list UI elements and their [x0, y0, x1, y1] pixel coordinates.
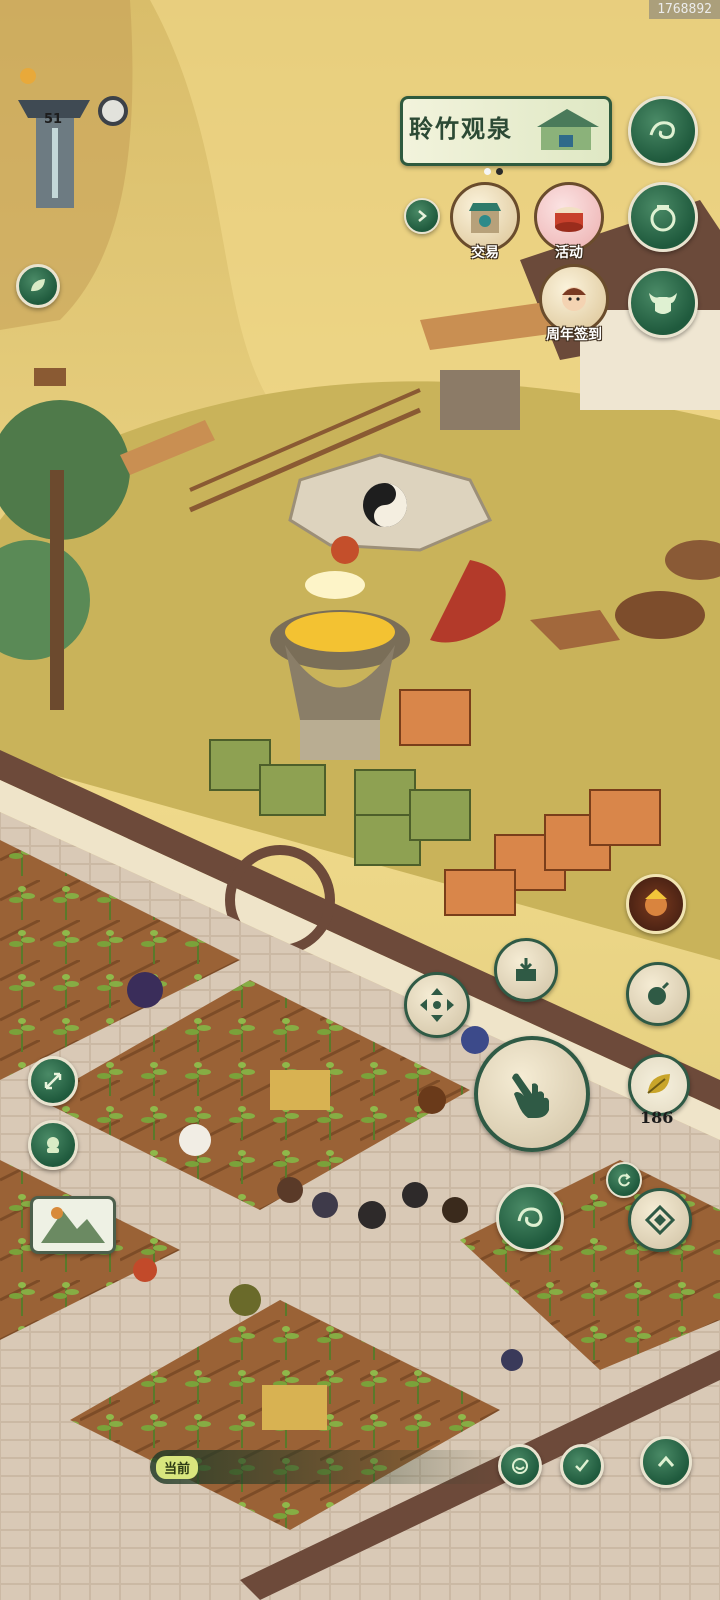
trade-button[interactable]: 交易: [448, 182, 522, 262]
bomb-icon: [648, 981, 670, 1005]
banner-title: 聆竹观泉: [409, 114, 513, 143]
swirl-cloud-icon: [517, 1207, 543, 1227]
swirl-menu-button[interactable]: [628, 96, 698, 166]
bomb-button[interactable]: [626, 962, 690, 1026]
uid-label: 1768892: [649, 0, 720, 19]
leaf-menu-button[interactable]: [16, 264, 60, 308]
pencil-check-icon: [575, 1459, 589, 1472]
character-portrait-button[interactable]: [626, 874, 686, 934]
storage-button[interactable]: [494, 938, 558, 1002]
current-tag: 当前: [156, 1456, 199, 1479]
swirl-action-button[interactable]: [496, 1184, 564, 1252]
smile-icon: [512, 1458, 528, 1474]
banner-page-dots: [484, 168, 503, 175]
chevron-right-icon: [418, 210, 427, 222]
box-arrow-icon: [516, 958, 536, 981]
anniversary-checkin-label: 周年签到: [546, 327, 602, 343]
emote-button[interactable]: [498, 1444, 542, 1488]
swirl-wave-icon: [649, 121, 675, 139]
landscape-card-button[interactable]: [30, 1196, 116, 1254]
ox-menu-button[interactable]: [628, 268, 698, 338]
move-dpad-button[interactable]: [404, 972, 470, 1038]
diamond-grid-icon: [644, 1204, 676, 1236]
chevron-up-icon: [657, 1455, 675, 1467]
collapse-arrows-button[interactable]: [28, 1056, 78, 1106]
bag-menu-button[interactable]: [628, 182, 698, 252]
leaf-currency-icon: [647, 1074, 670, 1094]
status-bar: 当前: [150, 1450, 510, 1484]
trade-label: 交易: [471, 245, 499, 261]
edit-button[interactable]: [560, 1444, 604, 1488]
companion-head-icon: [47, 1137, 59, 1153]
ox-mask-icon: [649, 293, 677, 314]
refresh-button[interactable]: [606, 1162, 642, 1198]
player-level[interactable]: 51: [34, 108, 72, 132]
refresh-icon: [618, 1173, 631, 1187]
hero-face-icon: [645, 889, 667, 916]
pavilion-thumbnail-icon: [537, 109, 599, 150]
collapse-up-button[interactable]: [640, 1436, 692, 1488]
companion-button[interactable]: [28, 1120, 78, 1170]
anniversary-checkin-button[interactable]: 周年签到: [532, 264, 616, 344]
event-button[interactable]: 活动: [532, 182, 606, 262]
mountain-landscape-icon: [41, 1207, 105, 1243]
page-dot-active: [496, 168, 503, 175]
craft-button[interactable]: [628, 1188, 692, 1252]
leaf-currency-button[interactable]: [628, 1054, 690, 1116]
sun-icon: [20, 68, 36, 84]
pointing-hand-icon: [512, 1073, 549, 1118]
interact-hand-button[interactable]: [474, 1036, 590, 1152]
zone-banner[interactable]: 聆竹观泉: [400, 96, 612, 166]
event-label: 活动: [555, 245, 583, 261]
leaf-icon: [31, 279, 45, 292]
ring-icon[interactable]: [98, 96, 128, 126]
scene-art: [0, 0, 720, 1600]
page-dot: [484, 168, 491, 175]
four-way-arrows-icon: [420, 988, 454, 1022]
game-scene[interactable]: 1768892 51 聆竹观泉 交易 活动 周年签到 186 当前: [0, 0, 720, 1600]
leaf-count: 186: [640, 1108, 674, 1127]
diagonal-arrows-icon: [44, 1072, 62, 1090]
expand-menu-button[interactable]: [404, 198, 440, 234]
pot-bag-icon: [650, 205, 676, 232]
